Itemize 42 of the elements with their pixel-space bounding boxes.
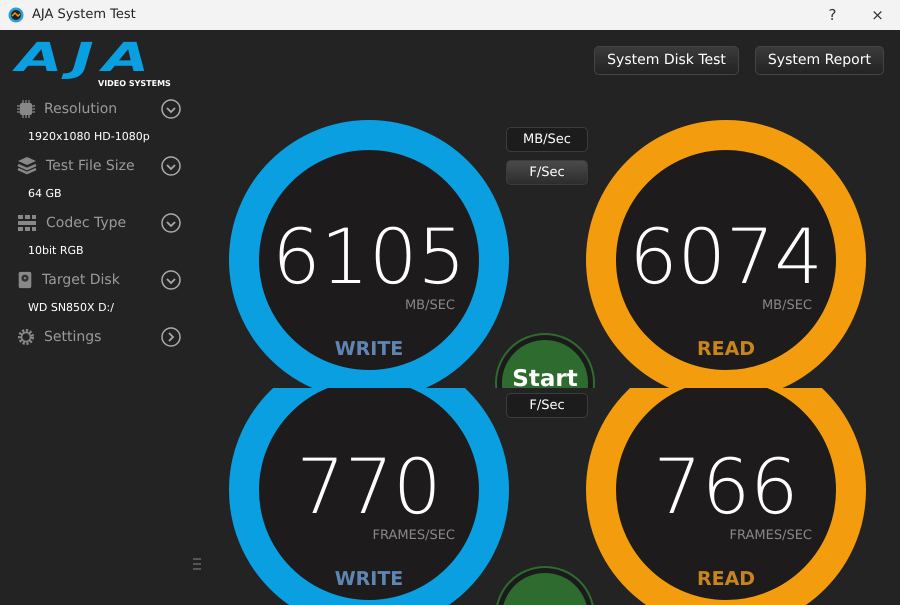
gauge-label: READ xyxy=(696,567,756,592)
unit-toggle-button[interactable]: MB/Sec xyxy=(506,127,588,152)
sidebar-item-label[interactable]: Test File Size xyxy=(46,156,153,176)
gauge-unit: FRAMES/SEC xyxy=(730,527,812,545)
gauge-value: 766 xyxy=(653,449,799,525)
close-button[interactable]: × xyxy=(855,4,900,26)
chevron-right-icon[interactable] xyxy=(161,327,181,347)
sidebar-item-value: 1920x1080 HD-1080p xyxy=(28,129,150,146)
gear-icon xyxy=(16,327,36,347)
start-button[interactable]: Start xyxy=(497,335,593,388)
chevron-down-icon[interactable] xyxy=(161,99,181,119)
unit-toggle-button[interactable]: F/Sec xyxy=(506,160,588,185)
sidebar-item-label[interactable]: Codec Type xyxy=(46,212,153,234)
help-button[interactable]: ? xyxy=(810,4,855,26)
grid-icon xyxy=(16,213,38,233)
gauge-value: 770 xyxy=(296,449,442,525)
gauge-unit: MB/SEC xyxy=(762,297,812,315)
gauge-label: READ xyxy=(696,337,756,362)
logo-tagline: VIDEO SYSTEMS xyxy=(98,79,172,90)
layers-icon xyxy=(16,156,38,176)
header-button[interactable]: System Report xyxy=(754,46,884,75)
chevron-down-icon[interactable] xyxy=(161,270,181,290)
gauge-value: 6105 xyxy=(272,219,466,295)
sidebar-item-label[interactable]: Target Disk xyxy=(42,270,153,290)
gauge-unit: MB/SEC xyxy=(404,297,455,315)
header-button[interactable]: System Disk Test xyxy=(594,46,739,75)
gauge-label: WRITE xyxy=(334,337,404,362)
gauge-unit: FRAMES/SEC xyxy=(372,527,455,545)
sidebar-item-value: 64 GB xyxy=(28,186,62,202)
sidebar-item-label[interactable]: Resolution xyxy=(44,98,153,120)
sidebar-item-label[interactable]: Settings xyxy=(44,326,153,348)
drag-handle-icon[interactable] xyxy=(193,558,201,570)
app-icon xyxy=(8,7,24,23)
chip-icon xyxy=(16,99,36,119)
window-title: AJA System Test xyxy=(32,6,136,24)
chevron-down-icon[interactable] xyxy=(161,156,181,176)
sidebar-item-value: 10bit RGB xyxy=(28,243,84,260)
sidebar-item-value: WD SN850X D:/ xyxy=(28,300,114,316)
gauge-label: WRITE xyxy=(334,567,404,592)
chevron-down-icon[interactable] xyxy=(161,213,181,233)
unit-toggle-button[interactable]: F/Sec xyxy=(506,393,588,418)
gauge-value: 6074 xyxy=(629,219,823,295)
